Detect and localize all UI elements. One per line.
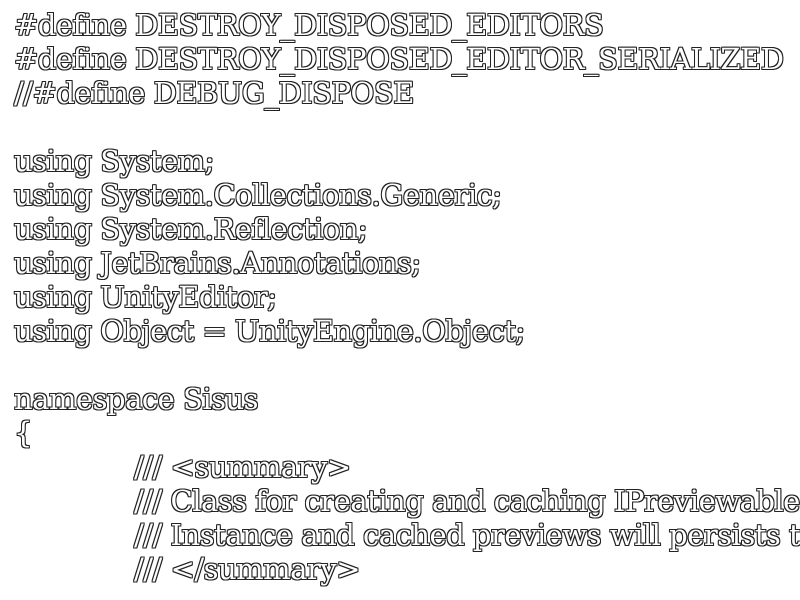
code-editor-view[interactable]: #define DESTROY_DISPOSED_EDITORS #define… bbox=[0, 0, 800, 600]
code-line-summary-open: /// <summary> bbox=[134, 450, 351, 484]
code-line-using-reflection: using System.Reflection; bbox=[14, 212, 368, 246]
code-line-namespace: namespace Sisus bbox=[14, 382, 259, 416]
code-line-using-object-alias: using Object = UnityEngine.Object; bbox=[14, 314, 525, 348]
code-line-using-system: using System; bbox=[14, 144, 215, 178]
code-line-summary-class-description: /// Class for creating and caching IPrev… bbox=[134, 484, 800, 518]
code-line-using-jetbrains-annotations: using JetBrains.Annotations; bbox=[14, 246, 421, 280]
code-line-define-destroy-disposed-editors: #define DESTROY_DISPOSED_EDITORS bbox=[14, 8, 604, 42]
code-line-summary-close: /// </summary> bbox=[134, 552, 361, 586]
code-line-using-collections-generic: using System.Collections.Generic; bbox=[14, 178, 502, 212]
code-line-summary-instance-description: /// Instance and cached previews will pe… bbox=[134, 518, 800, 552]
code-line-commented-define-debug-dispose: //#define DEBUG_DISPOSE bbox=[14, 76, 414, 110]
code-line-using-unityeditor: using UnityEditor; bbox=[14, 280, 277, 314]
code-lines: #define DESTROY_DISPOSED_EDITORS #define… bbox=[14, 8, 800, 586]
code-line-define-destroy-disposed-editor-serialized: #define DESTROY_DISPOSED_EDITOR_SERIALIZ… bbox=[14, 42, 784, 76]
code-line-open-brace: { bbox=[14, 416, 32, 450]
